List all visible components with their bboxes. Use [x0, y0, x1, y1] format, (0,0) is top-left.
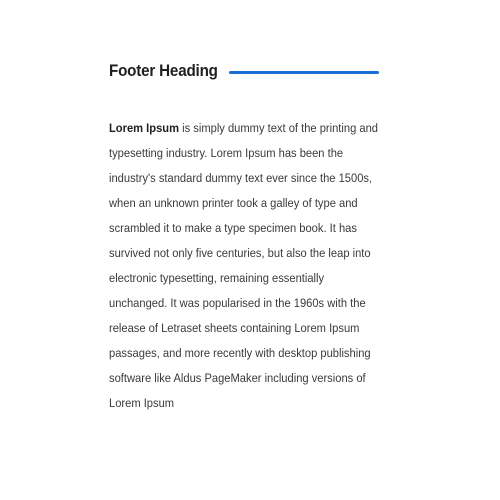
footer-heading: Footer Heading [109, 61, 218, 80]
footer-paragraph-lead: Lorem Ipsum [109, 121, 180, 135]
footer-section: Footer Heading Lorem Ipsum is simply dum… [109, 58, 381, 428]
footer-paragraph: Lorem Ipsum is simply dummy text of the … [109, 116, 379, 416]
footer-paragraph-body: is simply dummy text of the printing and… [109, 121, 378, 410]
footer-heading-row: Footer Heading [109, 58, 381, 84]
heading-accent-rule [229, 71, 379, 74]
